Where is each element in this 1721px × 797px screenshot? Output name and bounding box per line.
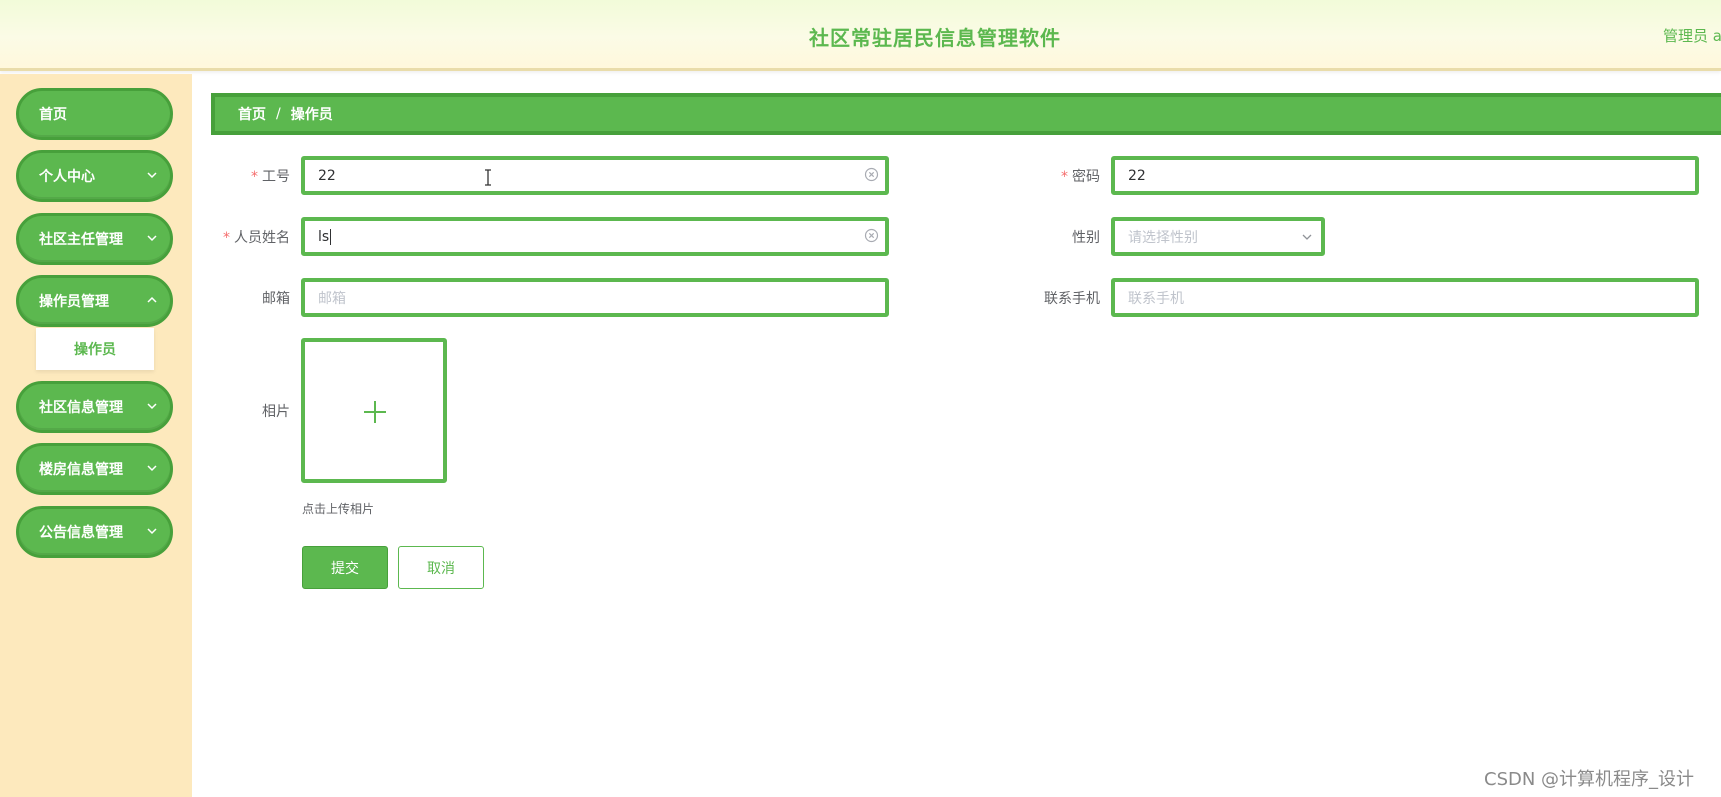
sidebar-item-label: 公告信息管理	[39, 525, 123, 541]
chevron-down-icon	[147, 465, 157, 472]
photo-label: 相片	[262, 404, 290, 420]
sidebar-item-building-info[interactable]: 楼房信息管理	[16, 443, 173, 495]
breadcrumb-current: 操作员	[290, 107, 333, 123]
watermark: CSDN @计算机程序_设计	[1484, 769, 1695, 790]
chevron-down-icon	[147, 172, 157, 179]
name-value: ls	[318, 228, 330, 245]
input-caret	[330, 228, 332, 245]
breadcrumb-home[interactable]: 首页	[238, 104, 266, 124]
required-mark: *	[223, 230, 230, 246]
employee-id-input[interactable]: 22	[301, 156, 889, 195]
sidebar-item-operator-management[interactable]: 操作员管理	[16, 275, 173, 327]
employee-id-label: * 工号	[251, 169, 290, 185]
sidebar-item-label: 操作员管理	[39, 294, 109, 310]
photo-upload[interactable]	[301, 338, 447, 483]
gender-select[interactable]: 请选择性别	[1111, 217, 1325, 256]
sidebar-subitem-operator[interactable]: 操作员	[36, 328, 154, 370]
required-mark: *	[1061, 169, 1068, 185]
breadcrumb-separator: /	[276, 106, 281, 122]
employee-id-value: 22	[318, 167, 336, 184]
plus-icon	[364, 401, 386, 423]
phone-label: 联系手机	[1044, 291, 1100, 307]
sidebar-item-label: 个人中心	[39, 169, 95, 185]
cancel-button[interactable]: 取消	[398, 546, 484, 589]
text-cursor-icon	[485, 169, 491, 186]
sidebar-item-home[interactable]: 首页	[16, 88, 173, 140]
clear-icon[interactable]	[864, 228, 879, 243]
clear-icon[interactable]	[864, 167, 879, 182]
sidebar-item-label: 楼房信息管理	[39, 462, 123, 478]
password-label: * 密码	[1061, 169, 1100, 185]
top-header: 社区常驻居民信息管理软件 管理员 a	[0, 0, 1721, 71]
chevron-down-icon	[147, 528, 157, 535]
gender-placeholder: 请选择性别	[1128, 229, 1198, 246]
sidebar-item-label: 首页	[39, 107, 67, 123]
app-title: 社区常驻居民信息管理软件	[809, 26, 1061, 50]
chevron-down-icon	[1302, 234, 1312, 240]
name-input[interactable]: ls	[301, 217, 889, 256]
email-input[interactable]: 邮箱	[301, 278, 889, 317]
user-label[interactable]: 管理员 a	[1663, 25, 1721, 46]
email-placeholder: 邮箱	[318, 290, 346, 307]
chevron-down-icon	[147, 235, 157, 242]
sidebar-item-personal-center[interactable]: 个人中心	[16, 150, 173, 202]
sidebar-item-label: 社区主任管理	[39, 232, 123, 248]
phone-placeholder: 联系手机	[1128, 290, 1184, 307]
submit-button[interactable]: 提交	[302, 546, 388, 589]
chevron-down-icon	[147, 403, 157, 410]
photo-upload-hint: 点击上传相片	[302, 502, 375, 516]
sidebar-item-label: 社区信息管理	[39, 400, 123, 416]
password-value: 22	[1128, 167, 1146, 184]
email-label: 邮箱	[262, 291, 290, 307]
required-mark: *	[251, 169, 258, 185]
sidebar-item-community-info[interactable]: 社区信息管理	[16, 381, 173, 433]
gender-label: 性别	[1072, 230, 1100, 246]
phone-input[interactable]: 联系手机	[1111, 278, 1699, 317]
chevron-up-icon	[147, 296, 157, 303]
breadcrumb: 首页 / 操作员	[211, 93, 1721, 135]
sidebar-item-notice-info[interactable]: 公告信息管理	[16, 506, 173, 558]
name-label: * 人员姓名	[223, 230, 290, 246]
sidebar-item-director-management[interactable]: 社区主任管理	[16, 213, 173, 265]
password-input[interactable]: 22	[1111, 156, 1699, 195]
